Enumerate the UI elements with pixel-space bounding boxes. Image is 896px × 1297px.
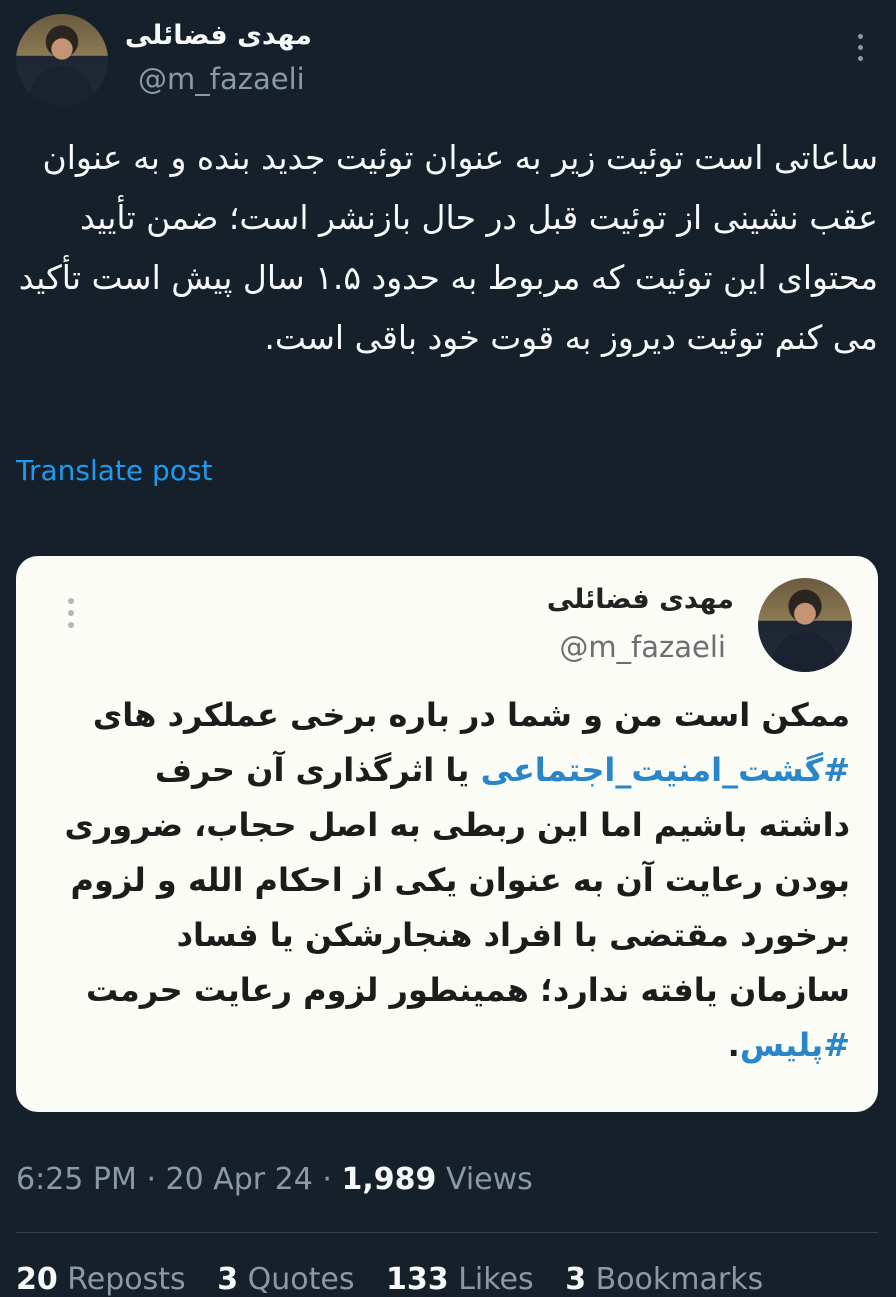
quoted-more-icon xyxy=(64,598,78,638)
quoted-avatar-figure xyxy=(772,632,838,672)
quoted-text: ممکن است من و شما در باره برخی عملکرد ها… xyxy=(56,688,850,1073)
meta-separator: · xyxy=(322,1162,332,1197)
quoted-author-avatar xyxy=(758,578,852,672)
quoted-author-handle: @m_fazaeli xyxy=(559,630,726,664)
quoted-text-part: . xyxy=(727,1026,740,1064)
author-name[interactable]: مهدی فضائلی xyxy=(125,20,312,51)
translate-post-link[interactable]: Translate post xyxy=(16,454,213,487)
post-text: ساعاتی است توئیت زیر به عنوان توئیت جدید… xyxy=(18,138,878,357)
author-handle[interactable]: @m_fazaeli xyxy=(138,62,305,96)
meta-separator: · xyxy=(146,1162,156,1197)
hashtag-police: #پلیس xyxy=(739,1026,850,1064)
avatar-figure xyxy=(30,66,94,106)
author-avatar[interactable] xyxy=(16,14,108,106)
post-time[interactable]: 6:25 PM xyxy=(16,1162,137,1197)
views-label: Views xyxy=(445,1162,533,1197)
quoted-tweet-image[interactable]: مهدی فضائلی @m_fazaeli ممکن است من و شما… xyxy=(16,556,878,1112)
more-options-icon[interactable] xyxy=(846,34,874,70)
divider xyxy=(16,1232,878,1233)
hashtag-gasht: #گشت_امنیت_اجتماعی xyxy=(480,751,850,789)
post-meta: 6:25 PM · 20 Apr 24 · 1,989 Views xyxy=(16,1162,533,1197)
quoted-text-part: یا اثرگذاری آن حرف داشته باشیم اما این ر… xyxy=(64,751,850,1009)
quoted-author-name: مهدی فضائلی xyxy=(546,584,734,615)
post-date[interactable]: 20 Apr 24 xyxy=(166,1162,313,1197)
quoted-text-part: ممکن است من و شما در باره برخی عملکرد ها… xyxy=(92,696,850,734)
views-count: 1,989 xyxy=(341,1162,437,1197)
